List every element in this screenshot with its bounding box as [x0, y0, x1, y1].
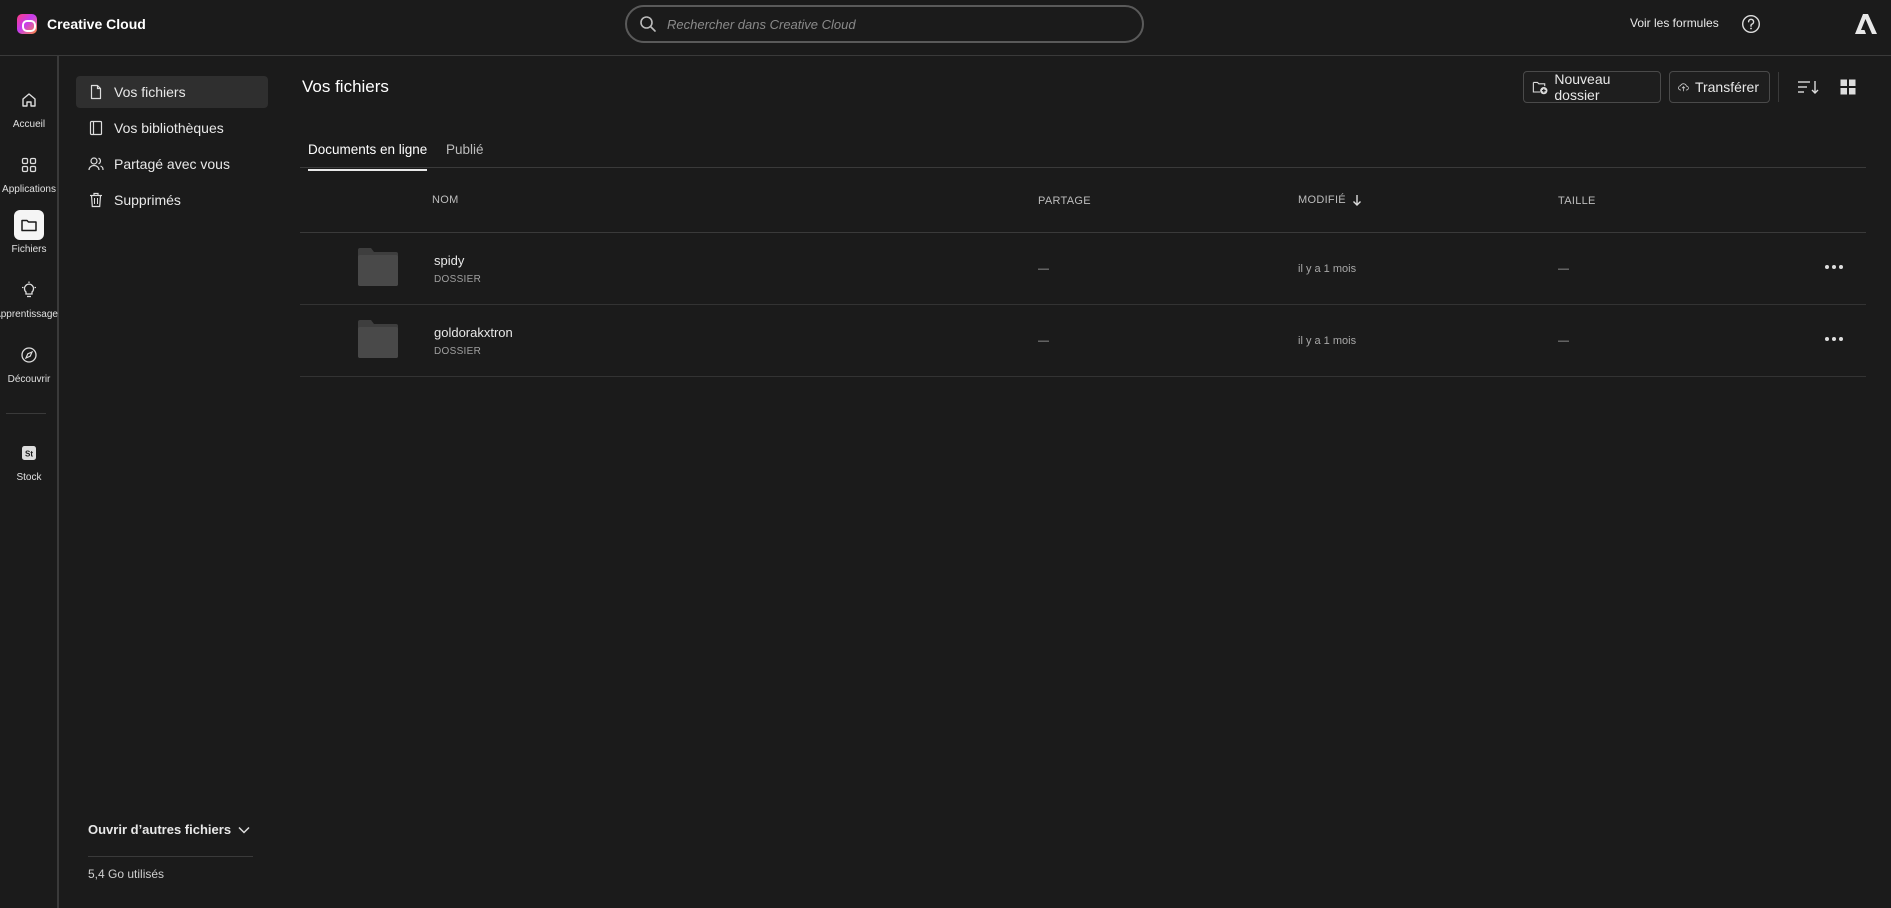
files-sidebar: Vos fichiers Vos bibliothèques Partagé a…: [59, 56, 279, 908]
grid-view-button[interactable]: [1837, 78, 1859, 96]
files-table: NOM PARTAGE MODIFIÉ TAILLE spidy DOSSIER…: [300, 169, 1866, 377]
rail-item-discover[interactable]: Découvrir: [0, 340, 58, 385]
compass-icon: [14, 340, 44, 370]
app-rail: Accueil Applications Fichiers Apprentiss…: [0, 56, 59, 908]
apps-icon: [14, 150, 44, 180]
sort-icon: [1798, 81, 1819, 94]
search-bar[interactable]: [625, 5, 1144, 43]
rail-label: Stock: [16, 472, 42, 483]
shared-users-icon: [88, 157, 104, 171]
brand[interactable]: Creative Cloud: [17, 14, 146, 34]
tabs: Documents en ligne Publié: [300, 128, 1866, 171]
main-content: Vos fichiers Nouveau dossier Transférer: [300, 56, 1891, 908]
column-header-size[interactable]: TAILLE: [1558, 195, 1596, 207]
folder-icon: [358, 248, 398, 286]
app-name: Creative Cloud: [47, 16, 146, 32]
file-name[interactable]: spidy: [434, 253, 464, 268]
svg-text:St: St: [25, 450, 33, 459]
tab-online-documents[interactable]: Documents en ligne: [308, 142, 428, 171]
transfer-label: Transférer: [1694, 79, 1759, 95]
chevron-down-icon: [238, 826, 250, 834]
sidebar-item-label: Partagé avec vous: [114, 156, 230, 172]
folder-icon: [358, 320, 398, 358]
rail-label: Accueil: [12, 119, 46, 130]
rail-item-files[interactable]: Fichiers: [0, 210, 58, 255]
sidebar-item-libraries[interactable]: Vos bibliothèques: [76, 112, 268, 144]
sidebar-item-shared[interactable]: Partagé avec vous: [76, 148, 268, 180]
sidebar-item-deleted[interactable]: Supprimés: [76, 184, 268, 216]
help-icon[interactable]: [1741, 14, 1761, 34]
size-value: —: [1558, 335, 1569, 347]
cloud-upload-icon: [1678, 83, 1689, 92]
modified-value: il y a 1 mois: [1298, 263, 1357, 275]
library-icon: [89, 120, 103, 136]
folder-icon: [14, 210, 44, 240]
open-other-files-button[interactable]: Ouvrir d’autres fichiers: [88, 822, 251, 837]
sort-button[interactable]: [1797, 78, 1819, 96]
file-name[interactable]: goldorakxtron: [434, 325, 513, 340]
search-icon: [640, 16, 656, 32]
column-header-label: NOM: [432, 194, 459, 206]
sidebar-item-label: Supprimés: [114, 192, 181, 208]
sidebar-item-your-files[interactable]: Vos fichiers: [76, 76, 268, 108]
sharing-value: —: [1038, 335, 1049, 347]
search-input[interactable]: [667, 16, 1107, 32]
rail-label: Fichiers: [11, 244, 47, 255]
new-folder-button[interactable]: Nouveau dossier: [1523, 71, 1661, 103]
rail-item-home[interactable]: Accueil: [0, 85, 58, 130]
tab-published[interactable]: Publié: [446, 142, 484, 169]
sharing-value: —: [1038, 263, 1049, 275]
size-value: —: [1558, 263, 1569, 275]
new-folder-label: Nouveau dossier: [1554, 71, 1611, 103]
open-other-files-label: Ouvrir d’autres fichiers: [88, 822, 232, 837]
table-row[interactable]: spidy DOSSIER — il y a 1 mois —: [300, 233, 1866, 305]
file-icon: [90, 84, 102, 100]
rail-item-stock[interactable]: St Stock: [0, 438, 58, 483]
table-row[interactable]: goldorakxtron DOSSIER — il y a 1 mois —: [300, 305, 1866, 377]
rail-label: Applications: [2, 184, 56, 195]
rail-item-applications[interactable]: Applications: [0, 150, 58, 195]
column-header-label: PARTAGE: [1038, 195, 1091, 207]
new-folder-icon: [1532, 81, 1548, 95]
rail-item-learn[interactable]: Apprentissage: [0, 275, 58, 320]
toolbar-divider: [1778, 72, 1779, 102]
view-plans-link[interactable]: Voir les formules: [1630, 16, 1719, 30]
storage-usage: 5,4 Go utilisés: [88, 867, 165, 881]
file-type: DOSSIER: [434, 274, 482, 285]
creative-cloud-logo-icon: [17, 14, 37, 34]
lightbulb-icon: [14, 275, 44, 305]
home-icon: [14, 85, 44, 115]
more-actions-icon[interactable]: [1824, 259, 1844, 275]
trash-icon: [90, 192, 102, 208]
transfer-button[interactable]: Transférer: [1669, 71, 1770, 103]
column-header-modified[interactable]: MODIFIÉ: [1298, 194, 1362, 206]
file-type: DOSSIER: [434, 346, 482, 357]
column-header-sharing[interactable]: PARTAGE: [1038, 195, 1091, 207]
column-header-name[interactable]: NOM: [432, 194, 459, 206]
stock-icon: St: [14, 438, 44, 468]
top-bar: Creative Cloud Voir les formules: [0, 0, 1891, 56]
sidebar-item-label: Vos fichiers: [114, 84, 186, 100]
table-header: NOM PARTAGE MODIFIÉ TAILLE: [300, 169, 1866, 233]
column-header-label: MODIFIÉ: [1298, 194, 1346, 206]
adobe-logo-icon[interactable]: [1855, 14, 1877, 34]
sidebar-divider: [88, 856, 253, 857]
column-header-label: TAILLE: [1558, 195, 1596, 207]
sidebar-item-label: Vos bibliothèques: [114, 120, 224, 136]
rail-label: Découvrir: [7, 374, 51, 385]
arrow-down-icon: [1352, 195, 1361, 206]
rail-divider: [6, 413, 46, 414]
grid-view-icon: [1840, 79, 1856, 95]
more-actions-icon[interactable]: [1824, 331, 1844, 347]
page-title: Vos fichiers: [302, 77, 389, 96]
modified-value: il y a 1 mois: [1298, 335, 1357, 347]
rail-label: Apprentissage: [0, 309, 58, 320]
